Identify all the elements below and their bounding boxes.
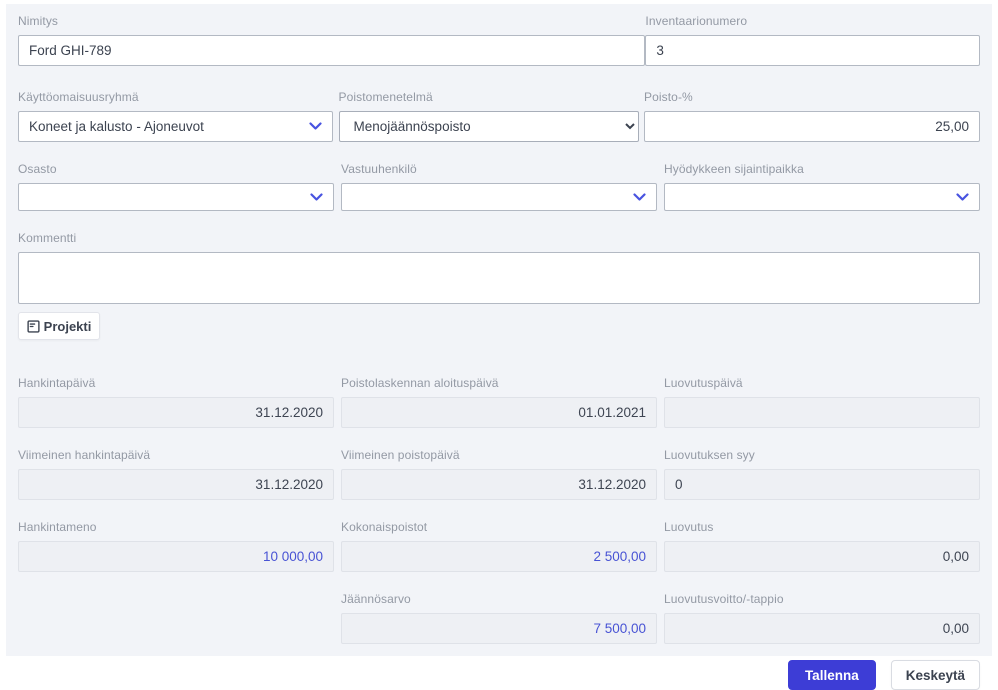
kayttoomaisuusryhma-label: Käyttöomaisuusryhmä (18, 90, 333, 104)
luovutuspaiva-field (664, 397, 980, 428)
viimeinen-hankintapaiva-value: 31.12.2020 (255, 477, 323, 492)
row-dates-1: Hankintapäivä 31.12.2020 Poistolaskennan… (18, 376, 980, 428)
projekti-button[interactable]: Projekti (18, 312, 100, 340)
luovutuksen-syy-field: 0 (664, 469, 980, 500)
nimitys-label: Nimitys (18, 14, 645, 28)
hankintapaiva-value: 31.12.2020 (255, 405, 323, 420)
kokonaispoistot-label: Kokonaispoistot (341, 520, 657, 534)
jaannosarvo-label: Jäännösarvo (341, 592, 657, 606)
osasto-label: Osasto (18, 162, 334, 176)
luovutuksen-syy-label: Luovutuksen syy (664, 448, 980, 462)
chevron-down-icon (309, 122, 322, 131)
kokonaispoistot-value[interactable]: 2 500,00 (593, 549, 646, 564)
row-dates-2: Viimeinen hankintapäivä 31.12.2020 Viime… (18, 448, 980, 500)
hankintameno-label: Hankintameno (18, 520, 334, 534)
vastuuhenkilo-label: Vastuuhenkilö (341, 162, 657, 176)
luovutus-label: Luovutus (664, 520, 980, 534)
poistolaskennan-aloituspaiva-value: 01.01.2021 (578, 405, 646, 420)
project-form-icon (27, 320, 40, 333)
cancel-button[interactable]: Keskeytä (891, 660, 980, 690)
kommentti-textarea[interactable] (18, 252, 980, 304)
osasto-select[interactable] (18, 183, 334, 211)
poistolaskennan-aloituspaiva-field: 01.01.2021 (341, 397, 657, 428)
projekti-button-label: Projekti (44, 319, 92, 334)
luovutus-field: 0,00 (664, 541, 980, 572)
save-button[interactable]: Tallenna (788, 660, 876, 690)
poisto-prosentti-input[interactable] (644, 111, 980, 142)
jaannosarvo-field: 7 500,00 (341, 613, 657, 644)
poistomenetelma-select[interactable]: Menojäännöspoisto (339, 111, 639, 142)
viimeinen-poistopaiva-value: 31.12.2020 (578, 477, 646, 492)
luovutus-value: 0,00 (943, 549, 969, 564)
row-name-inventory: Nimitys Inventaarionumero (18, 14, 980, 66)
poistolaskennan-aloituspaiva-label: Poistolaskennan aloituspäivä (341, 376, 657, 390)
viimeinen-poistopaiva-label: Viimeinen poistopäivä (341, 448, 657, 462)
kommentti-label: Kommentti (18, 231, 980, 245)
viimeinen-poistopaiva-field: 31.12.2020 (341, 469, 657, 500)
hyodykkeen-sijaintipaikka-label: Hyödykkeen sijaintipaikka (664, 162, 980, 176)
chevron-down-icon (956, 193, 969, 202)
row-group-method-pct: Käyttöomaisuusryhmä Koneet ja kalusto - … (18, 90, 980, 142)
kommentti-block: Kommentti (18, 231, 980, 304)
luovutuspaiva-label: Luovutuspäivä (664, 376, 980, 390)
kayttoomaisuusryhma-select[interactable]: Koneet ja kalusto - Ajoneuvot (18, 111, 333, 142)
luovutusvoitto-tappio-value: 0,00 (943, 621, 969, 636)
inventaarionumero-label: Inventaarionumero (645, 14, 980, 28)
hankintapaiva-field: 31.12.2020 (18, 397, 334, 428)
viimeinen-hankintapaiva-label: Viimeinen hankintapäivä (18, 448, 334, 462)
asset-form-panel: Nimitys Inventaarionumero Käyttöomaisuus… (6, 4, 992, 656)
poistomenetelma-label: Poistomenetelmä (339, 90, 639, 104)
luovutusvoitto-tappio-label: Luovutusvoitto/-tappio (664, 592, 980, 606)
row-amounts-1: Hankintameno 10 000,00 Kokonaispoistot 2… (18, 520, 980, 572)
spacer (18, 592, 334, 644)
poisto-prosentti-label: Poisto-% (644, 90, 980, 104)
hankintameno-value[interactable]: 10 000,00 (263, 549, 323, 564)
hyodykkeen-sijaintipaikka-select[interactable] (664, 183, 980, 211)
hankintapaiva-label: Hankintapäivä (18, 376, 334, 390)
hankintameno-field: 10 000,00 (18, 541, 334, 572)
luovutusvoitto-tappio-field: 0,00 (664, 613, 980, 644)
kokonaispoistot-field: 2 500,00 (341, 541, 657, 572)
row-dept-person-location: Osasto Vastuuhenkilö Hyödykkeen sijainti… (18, 162, 980, 211)
viimeinen-hankintapaiva-field: 31.12.2020 (18, 469, 334, 500)
jaannosarvo-value[interactable]: 7 500,00 (593, 621, 646, 636)
vastuuhenkilo-select[interactable] (341, 183, 657, 211)
chevron-down-icon (310, 193, 323, 202)
inventaarionumero-input[interactable] (645, 35, 980, 66)
nimitys-input[interactable] (18, 35, 645, 66)
row-amounts-2: Jäännösarvo 7 500,00 Luovutusvoitto/-tap… (18, 592, 980, 644)
chevron-down-icon (633, 193, 646, 202)
kayttoomaisuusryhma-value: Koneet ja kalusto - Ajoneuvot (29, 119, 204, 134)
form-actions: Tallenna Keskeytä (18, 660, 980, 690)
luovutuksen-syy-value: 0 (675, 477, 683, 492)
